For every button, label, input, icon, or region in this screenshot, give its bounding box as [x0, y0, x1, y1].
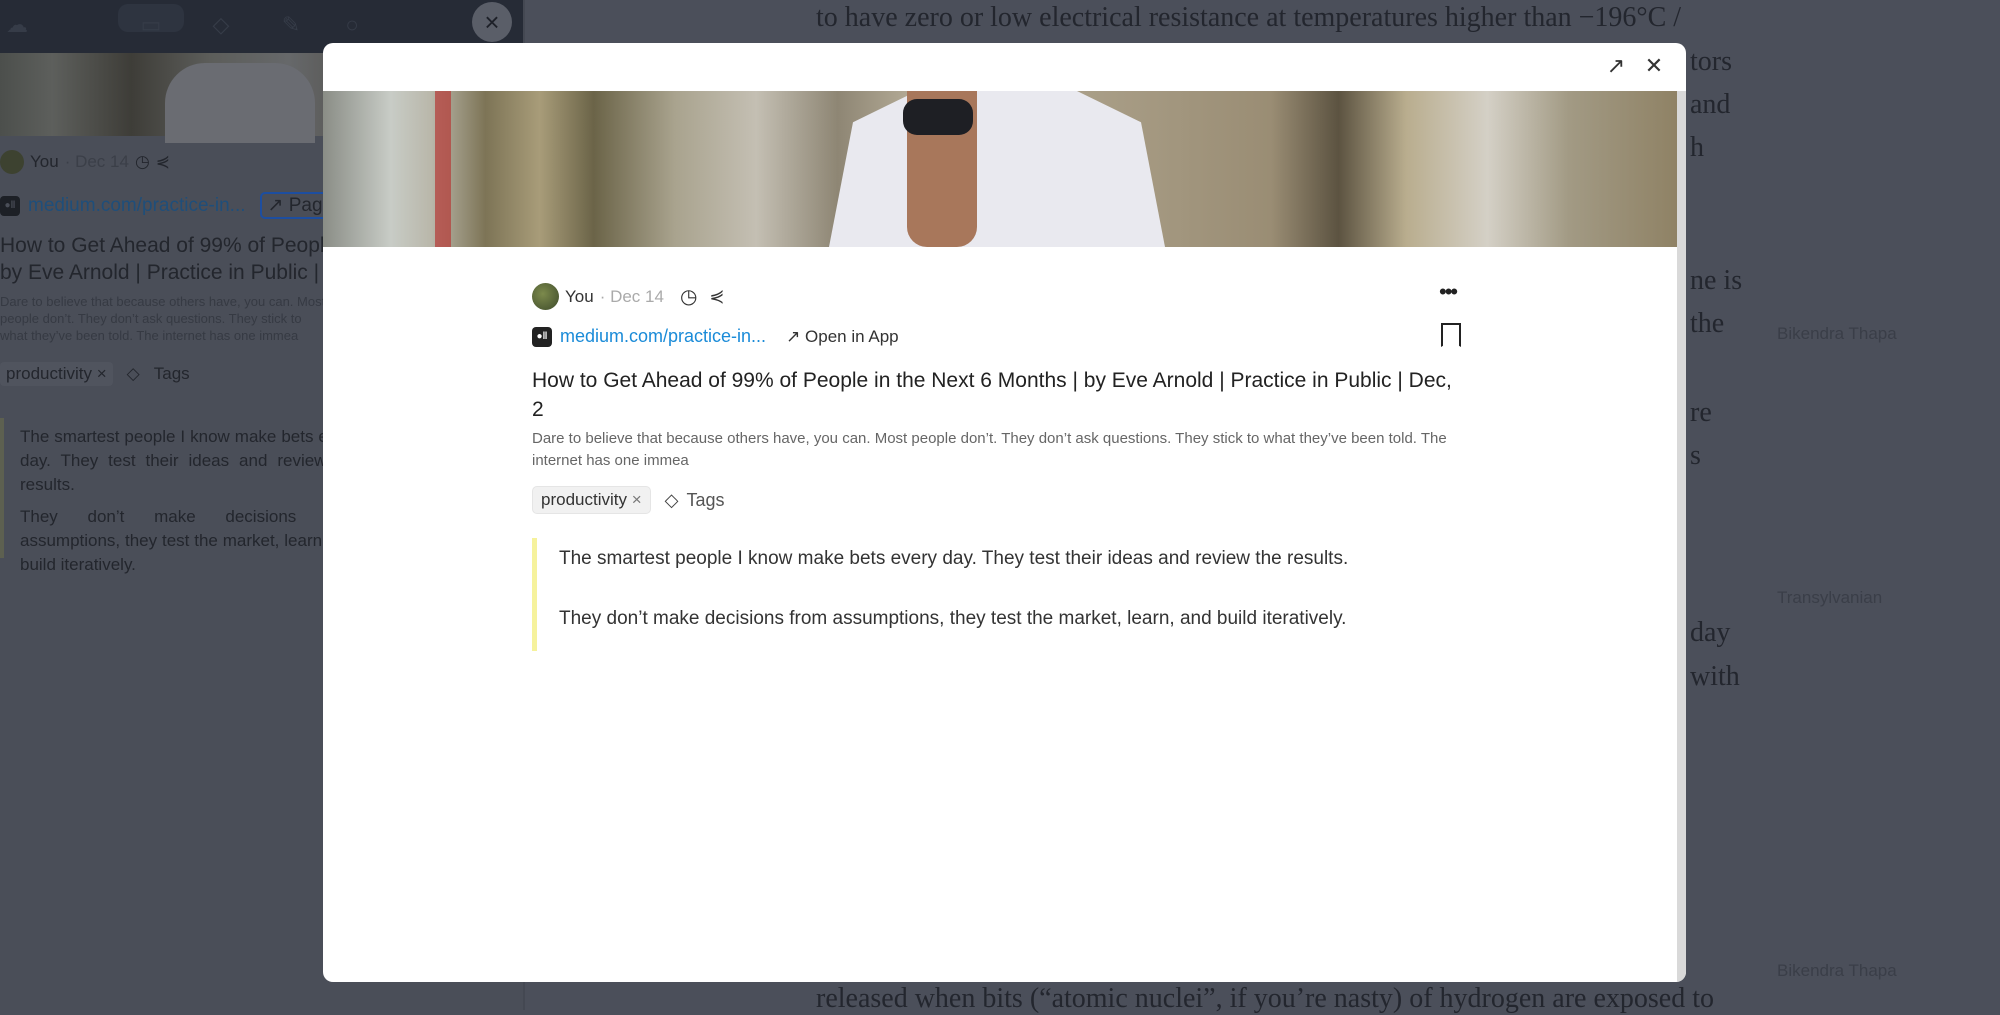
author: You — [30, 152, 59, 171]
highlighter-icon[interactable]: ✎ — [274, 10, 308, 40]
highlight-author: Transylvanian — [1777, 588, 1883, 607]
article-line: to have zero or low electrical resistanc… — [816, 2, 1682, 33]
tags-row: productivity × ◇ Tags — [532, 486, 725, 514]
scrollbar[interactable] — [1677, 91, 1686, 982]
close-panel-button[interactable]: × — [472, 2, 512, 42]
more-options-icon[interactable]: ••• — [1439, 279, 1458, 305]
date: · Dec 14 — [599, 286, 664, 306]
article-line: released when bits (“atomic nuclei”, if … — [816, 983, 1714, 1014]
left-quote-1: The smartest people I know make bets eve… — [20, 427, 360, 494]
article-line: h — [1690, 132, 1704, 163]
article-description: Dare to believe that because others have… — [532, 430, 1447, 469]
article-line: day — [1690, 617, 1731, 648]
book-icon[interactable]: ▭ — [134, 10, 168, 40]
left-description: Dare to believe that because others have… — [0, 294, 326, 343]
external-link-icon: ↗ — [267, 195, 289, 216]
search-icon[interactable]: ○ — [335, 10, 369, 40]
open-in-app-button[interactable]: ↗ Open in App — [786, 327, 899, 347]
article-line: the — [1690, 308, 1725, 339]
article-modal: ↗ ✕ You · Dec 14 ◷ ⋞ ••• ●‖ medium.com/p… — [323, 43, 1686, 982]
remove-tag-icon[interactable]: × — [97, 364, 107, 383]
article-line: tors — [1690, 46, 1732, 77]
add-tags[interactable]: Tags — [687, 490, 725, 511]
cloud-check-icon[interactable]: ☁ — [0, 10, 34, 40]
article-line: s — [1690, 440, 1701, 471]
author: You — [565, 286, 594, 306]
left-link-row: ●‖ medium.com/practice-in... ↗ Page — [0, 192, 342, 219]
highlight-author: Bikendra Thapa — [1777, 961, 1897, 980]
date: · Dec 14 — [64, 152, 129, 171]
bookmark-icon[interactable] — [1441, 323, 1461, 347]
tag-label: productivity — [541, 490, 627, 509]
remove-tag-icon[interactable]: × — [632, 490, 642, 509]
article-line: and — [1690, 89, 1731, 120]
article-line: ne is — [1690, 265, 1743, 296]
tag-label: productivity — [6, 364, 92, 383]
quote-paragraph: The smartest people I know make bets eve… — [559, 548, 1349, 569]
highlight-author: Bikendra Thapa — [1777, 324, 1897, 343]
open-external-icon[interactable]: ↗ — [1601, 51, 1631, 81]
tag-icon: ◇ — [126, 364, 140, 383]
close-icon[interactable]: ✕ — [1639, 51, 1669, 81]
open-in-app-label: Open in App — [805, 326, 899, 346]
share-icon[interactable]: ⋞ — [156, 152, 170, 172]
tag-chip[interactable]: productivity × — [0, 362, 113, 386]
quote-bar — [0, 418, 4, 558]
avatar — [0, 150, 24, 174]
left-tags-row: productivity × ◇ Tags — [0, 362, 190, 386]
article-line: re — [1690, 397, 1712, 428]
modal-header: ↗ ✕ — [323, 43, 1686, 91]
clock-icon[interactable]: ◷ — [135, 152, 150, 172]
meta-row: You · Dec 14 ◷ ⋞ — [532, 283, 724, 310]
highlight-quote: The smartest people I know make bets eve… — [532, 538, 1432, 651]
add-tags[interactable]: Tags — [154, 364, 190, 384]
tag-icon: ◇ — [664, 489, 679, 510]
link-row: ●‖ medium.com/practice-in... ↗ Open in A… — [532, 326, 899, 347]
source-link[interactable]: medium.com/practice-in... — [28, 195, 246, 217]
medium-icon: ●‖ — [0, 195, 20, 216]
hero-image — [323, 91, 1677, 247]
left-meta-row: You · Dec 14 ◷ ⋞ — [0, 150, 170, 174]
article-title: How to Get Ahead of 99% of People in the… — [532, 369, 1452, 421]
medium-icon: ●‖ — [532, 326, 552, 347]
article-line: with — [1690, 661, 1740, 692]
external-link-icon: ↗ — [786, 326, 806, 346]
tag-icon[interactable]: ◇ — [204, 10, 238, 40]
left-quote-2: They don’t make decisions from assumptio… — [20, 507, 360, 574]
quote-paragraph: They don’t make decisions from assumptio… — [559, 608, 1347, 629]
tag-chip[interactable]: productivity × — [532, 486, 651, 514]
source-link[interactable]: medium.com/practice-in... — [560, 326, 766, 347]
share-icon[interactable]: ⋞ — [709, 286, 724, 307]
clock-icon[interactable]: ◷ — [680, 284, 697, 309]
avatar — [532, 283, 559, 310]
